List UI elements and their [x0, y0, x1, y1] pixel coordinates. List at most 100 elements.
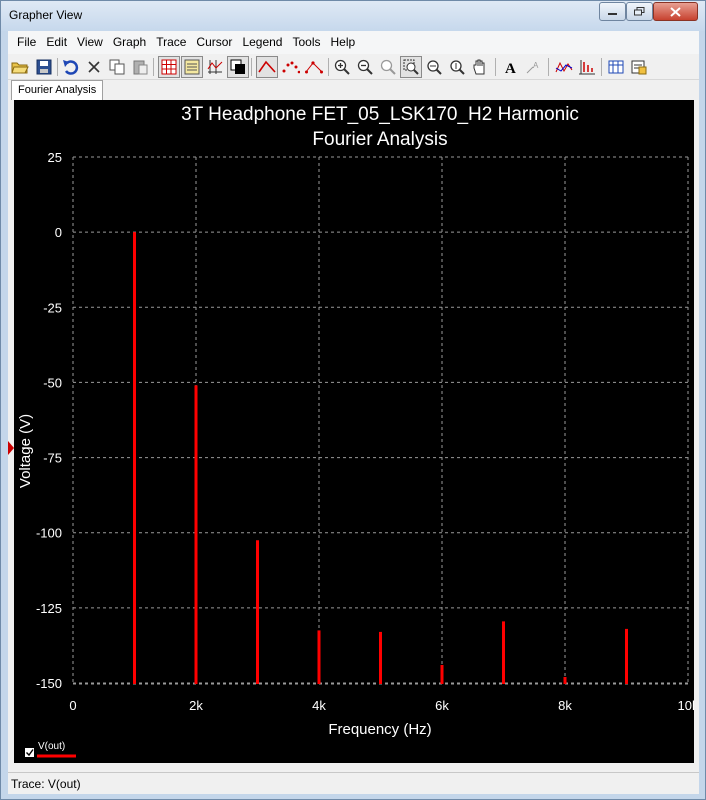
- line-points-trace-button[interactable]: [303, 56, 325, 78]
- menu-tools[interactable]: Tools: [287, 31, 325, 54]
- menu-legend[interactable]: Legend: [237, 31, 287, 54]
- chart-subtitle: Fourier Analysis: [312, 129, 447, 150]
- line-trace-button[interactable]: [256, 56, 278, 78]
- properties-button[interactable]: [628, 56, 650, 78]
- zoom-in-icon: [334, 59, 350, 75]
- zoom-window-icon: [403, 59, 419, 75]
- window-title: Grapher View: [9, 8, 83, 22]
- delete-icon: [88, 61, 100, 73]
- fourier-chart[interactable]: 25 0 -25 -50 -75 -100 -125 -150 0 2k 4k 6k 8k 10k 3T…: [14, 100, 694, 763]
- legend-label: V(out): [38, 741, 65, 752]
- y-tick-labels: 25 0 -25 -50 -75 -100 -125 -150: [36, 150, 62, 691]
- zoom-x-icon: [427, 60, 442, 75]
- delete-button[interactable]: [83, 56, 105, 78]
- y-tick-label: -25: [43, 300, 62, 315]
- menu-file[interactable]: File: [12, 31, 41, 54]
- invert-colors-icon: [230, 59, 245, 74]
- grid-icon: [161, 59, 177, 75]
- status-bar: Trace: V(out): [8, 772, 699, 794]
- menu-graph[interactable]: Graph: [108, 31, 151, 54]
- menu-cursor[interactable]: Cursor: [191, 31, 237, 54]
- client-area: File Edit View Graph Trace Cursor Legend…: [8, 31, 699, 794]
- save-icon: [36, 59, 52, 75]
- copy-button[interactable]: [106, 56, 128, 78]
- zoom-y-icon: [450, 60, 465, 75]
- close-icon: [670, 6, 681, 17]
- zoom-in-button[interactable]: [331, 56, 353, 78]
- y-tick-label: 0: [55, 225, 62, 240]
- copy-icon: [109, 59, 125, 75]
- y-tick-label: 25: [48, 150, 62, 165]
- select-marks-button[interactable]: [576, 56, 598, 78]
- paste-icon: [133, 60, 148, 75]
- line-points-trace-icon: [305, 61, 323, 74]
- maximize-button[interactable]: [626, 2, 653, 21]
- zoom-window-button[interactable]: [400, 56, 422, 78]
- y-tick-label: -50: [43, 375, 62, 390]
- pan-button[interactable]: [469, 56, 491, 78]
- pan-hand-icon: [473, 59, 485, 75]
- zoom-out-icon: [357, 59, 373, 75]
- select-marks-icon: [579, 60, 595, 75]
- open-icon: [11, 62, 29, 74]
- grid-lines: [72, 156, 689, 685]
- tab-strip: Fourier Analysis: [8, 80, 699, 100]
- toolbar: A A: [8, 54, 699, 80]
- export-button[interactable]: [605, 56, 627, 78]
- legend-icon: [184, 59, 200, 75]
- y-tick-label: -125: [36, 601, 62, 616]
- zoom-full-button[interactable]: [377, 56, 399, 78]
- invert-colors-button[interactable]: [227, 56, 249, 78]
- minimize-button[interactable]: [599, 2, 626, 21]
- x-tick-label: 8k: [558, 698, 572, 713]
- legend-toggle-button[interactable]: [181, 56, 203, 78]
- y-tick-label: -100: [36, 526, 62, 541]
- status-text: Trace: V(out): [11, 777, 81, 791]
- x-tick-label: 6k: [435, 698, 449, 713]
- x-tick-label: 10k: [678, 698, 694, 713]
- graph-area[interactable]: 25 0 -25 -50 -75 -100 -125 -150 0 2k 4k 6k 8k 10k 3T…: [14, 100, 694, 763]
- text-icon: A: [505, 61, 516, 75]
- svg-text:A: A: [533, 61, 539, 70]
- undo-icon: [63, 60, 79, 75]
- points-trace-icon: [282, 61, 300, 74]
- x-tick-labels: 0 2k 4k 6k 8k 10k: [69, 698, 694, 713]
- menu-trace[interactable]: Trace: [151, 31, 191, 54]
- add-text-button[interactable]: A: [500, 56, 522, 78]
- minimize-icon: [608, 13, 617, 15]
- y-tick-label: -75: [43, 451, 62, 466]
- properties-icon: [631, 60, 647, 75]
- chart-title: 3T Headphone FET_05_LSK170_H2 Harmonic: [181, 104, 579, 125]
- save-button[interactable]: [33, 56, 55, 78]
- open-button[interactable]: [9, 56, 31, 78]
- undo-button[interactable]: [60, 56, 82, 78]
- menu-edit[interactable]: Edit: [41, 31, 72, 54]
- title-bar[interactable]: Grapher View: [1, 1, 705, 31]
- grid-toggle-button[interactable]: [158, 56, 180, 78]
- y-tick-label: -150: [36, 676, 62, 691]
- grapher-window: Grapher View File Edit View Graph Trace …: [0, 0, 706, 800]
- paste-button[interactable]: [129, 56, 151, 78]
- tab-fourier-analysis[interactable]: Fourier Analysis: [11, 80, 104, 100]
- line-trace-icon: [258, 60, 276, 73]
- zoom-x-button[interactable]: [423, 56, 445, 78]
- x-tick-label: 2k: [189, 698, 203, 713]
- close-button[interactable]: [653, 2, 698, 21]
- svg-text:A: A: [505, 61, 516, 75]
- cursors-button[interactable]: [204, 56, 226, 78]
- overlay-traces-icon: [555, 61, 573, 73]
- zoom-full-icon: [380, 59, 396, 75]
- x-axis-label: Frequency (Hz): [328, 721, 431, 738]
- restore-icon: [634, 7, 645, 16]
- add-arrow-text-button[interactable]: A: [523, 56, 545, 78]
- legend[interactable]: V(out): [25, 741, 76, 758]
- x-tick-label: 0: [69, 698, 76, 713]
- zoom-y-button[interactable]: [446, 56, 468, 78]
- menu-bar: File Edit View Graph Trace Cursor Legend…: [8, 31, 699, 54]
- zoom-out-button[interactable]: [354, 56, 376, 78]
- left-edge-marker: [8, 441, 14, 455]
- overlay-traces-button[interactable]: [553, 56, 575, 78]
- menu-view[interactable]: View: [72, 31, 108, 54]
- menu-help[interactable]: Help: [326, 31, 361, 54]
- points-trace-button[interactable]: [280, 56, 302, 78]
